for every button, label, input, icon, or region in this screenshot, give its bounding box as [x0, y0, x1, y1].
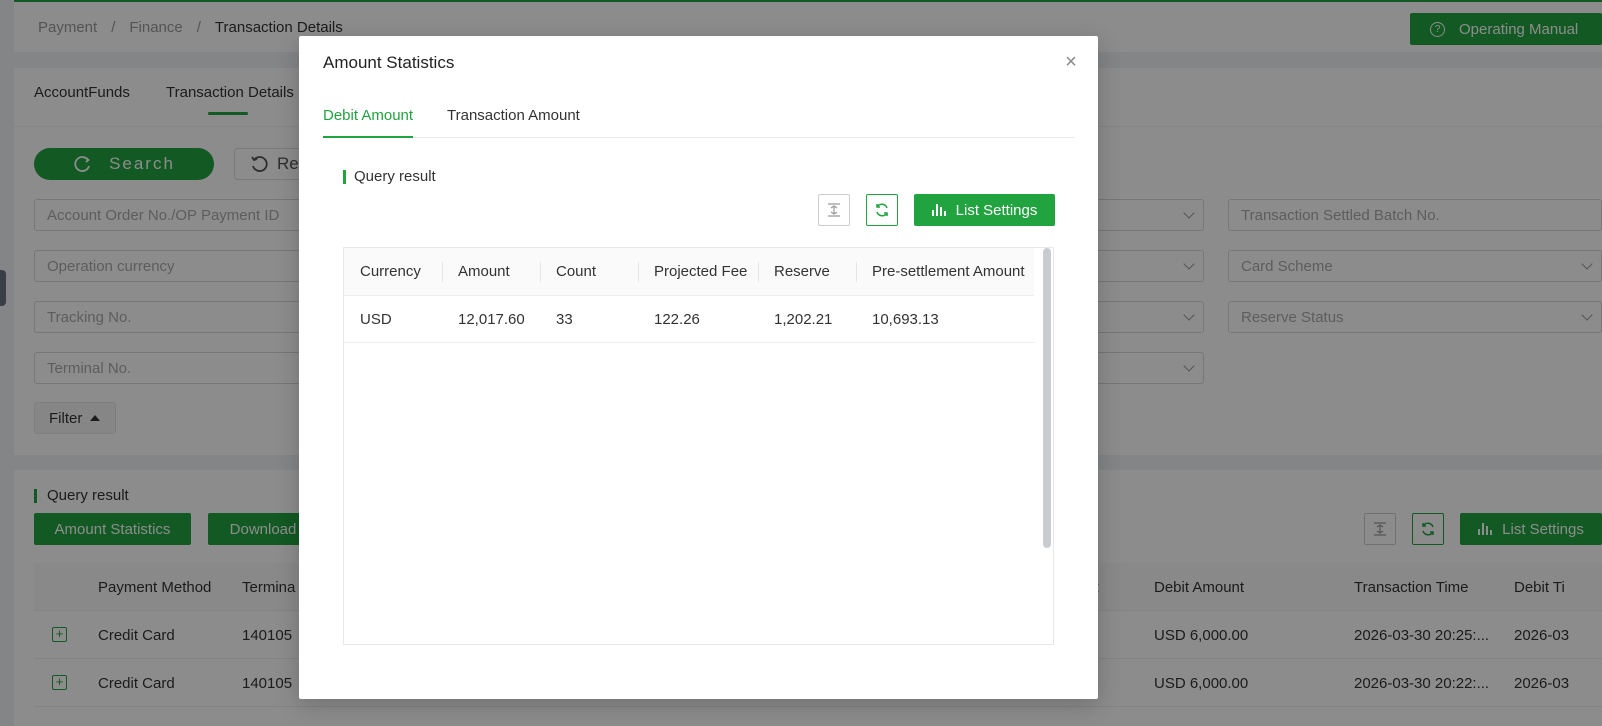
- amount-statistics-table: Currency Amount Count Projected Fee Rese…: [343, 247, 1054, 645]
- column-header-reserve: Reserve: [774, 263, 830, 280]
- column-divider: [856, 262, 857, 282]
- pre-settlement-amount-cell: 10,693.13: [872, 311, 939, 328]
- table-header: Currency Amount Count Projected Fee Rese…: [344, 248, 1034, 296]
- table-scrollbar[interactable]: [1043, 248, 1051, 548]
- bar-chart-icon: [931, 204, 946, 216]
- reserve-cell: 1,202.21: [774, 311, 833, 328]
- column-divider: [442, 262, 443, 282]
- amount-cell: 12,017.60: [458, 311, 525, 328]
- column-header-pre-settlement-amount: Pre-settlement Amount: [872, 263, 1025, 280]
- column-divider: [540, 262, 541, 282]
- column-header-amount: Amount: [458, 263, 510, 280]
- modal-expand-button[interactable]: [818, 194, 850, 226]
- expand-icon: [828, 203, 840, 217]
- close-icon[interactable]: ×: [1062, 52, 1080, 72]
- modal-tabs: Debit Amount Transaction Amount: [323, 98, 1074, 138]
- projected-fee-cell: 122.26: [654, 311, 700, 328]
- column-header-projected-fee: Projected Fee: [654, 263, 748, 280]
- column-header-count: Count: [556, 263, 597, 280]
- refresh-icon: [876, 203, 888, 217]
- count-cell: 33: [556, 311, 573, 328]
- modal-refresh-button[interactable]: [866, 194, 898, 226]
- tab-transaction-amount[interactable]: Transaction Amount: [447, 107, 580, 136]
- modal-query-result-title: Query result: [343, 169, 436, 184]
- table-row: USD 12,017.60 33 122.26 1,202.21 10,693.…: [344, 296, 1034, 343]
- modal-list-settings-button[interactable]: List Settings: [914, 194, 1055, 226]
- column-divider: [758, 262, 759, 282]
- list-settings-label: List Settings: [955, 201, 1038, 219]
- currency-cell: USD: [360, 311, 392, 328]
- column-divider: [638, 262, 639, 282]
- tab-debit-amount[interactable]: Debit Amount: [323, 107, 414, 138]
- amount-statistics-modal: Amount Statistics × Debit Amount Transac…: [299, 36, 1098, 699]
- column-header-currency: Currency: [360, 263, 421, 280]
- modal-title: Amount Statistics: [323, 53, 455, 72]
